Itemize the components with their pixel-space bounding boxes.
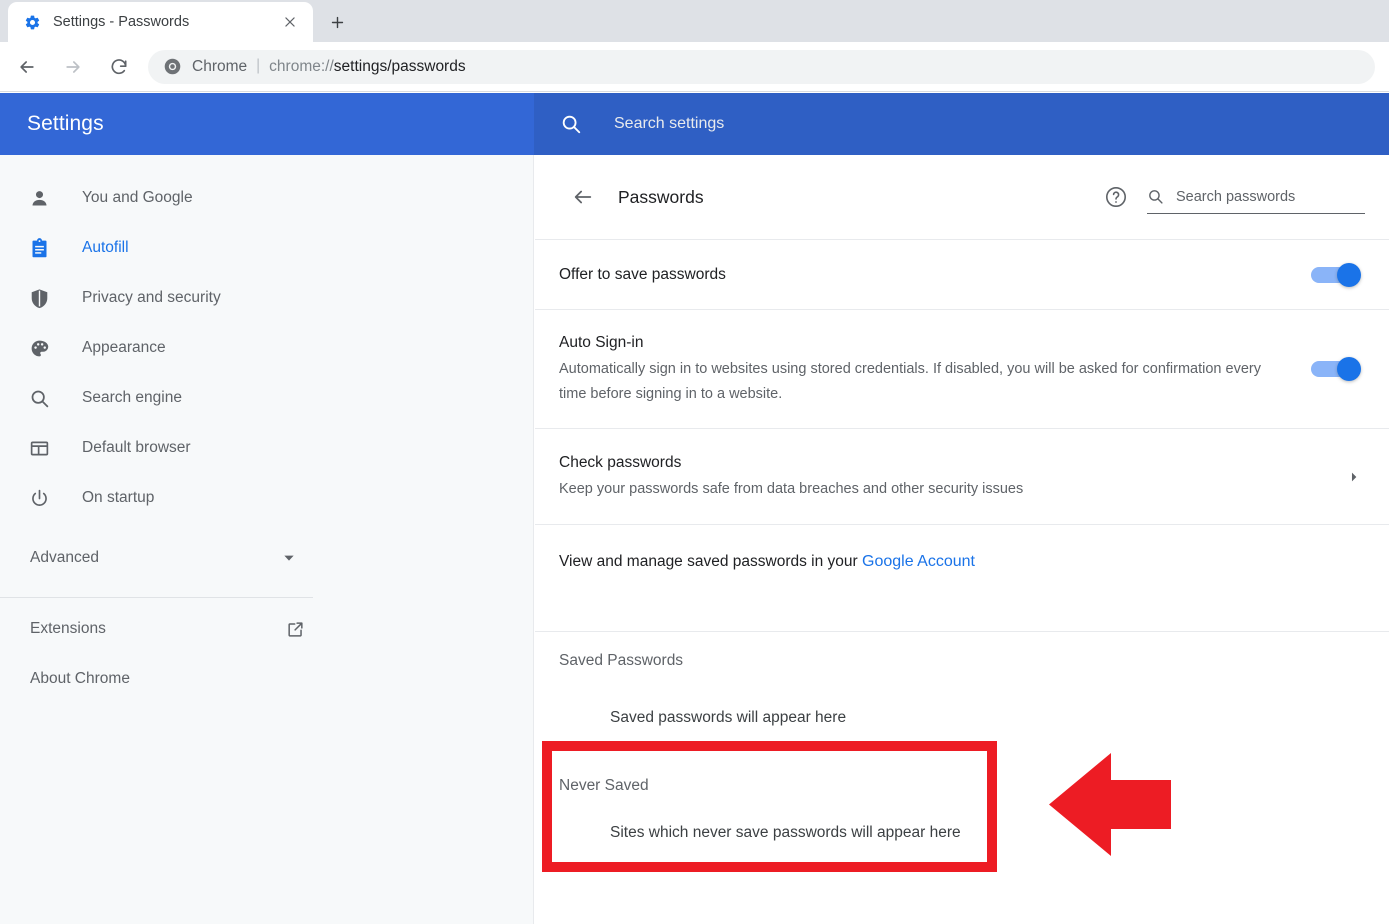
chrome-logo-icon [164,58,181,75]
row-auto-signin[interactable]: Auto Sign-in Automatically sign in to we… [535,309,1389,428]
sidebar-item-you-and-google[interactable]: You and Google [0,173,533,223]
toggle-knob [1337,262,1361,287]
sidebar-item-label: Privacy and security [82,289,221,306]
sidebar-item-label: You and Google [82,189,193,206]
settings-header: Settings Search settings [0,93,1389,155]
section-heading-label: Never Saved [559,777,649,794]
annotation-arrow-left-icon [1049,753,1171,856]
reload-icon[interactable] [100,48,138,86]
clipboard-icon [28,237,50,259]
new-tab-button[interactable] [322,7,352,37]
row-check-passwords[interactable]: Check passwords Keep your passwords safe… [535,428,1389,524]
palette-icon [28,337,50,359]
arrow-right-icon [54,48,92,86]
sidebar-item-advanced[interactable]: Advanced [0,533,533,583]
omnibox-url-scheme: chrome:// [269,57,334,75]
manage-text-prefix: View and manage saved passwords in your [559,553,862,570]
sidebar-item-appearance[interactable]: Appearance [0,323,533,373]
shield-icon [28,287,50,309]
sidebar-item-default-browser[interactable]: Default browser [0,423,533,473]
chevron-right-icon [1343,466,1365,488]
search-icon [1147,188,1164,205]
address-bar[interactable]: Chrome | chrome:// settings/passwords [148,49,1375,84]
saved-passwords-empty-state: Saved passwords will appear here [535,689,1389,747]
row-text: Auto Sign-in Automatically sign in to we… [559,332,1311,407]
sidebar-link-label: Extensions [30,620,106,637]
settings-search-input[interactable]: Search settings [534,93,1389,155]
settings-sidebar: You and Google Autofill Privacy and secu… [0,155,534,924]
row-manage-in-google-account: View and manage saved passwords in your … [535,524,1389,631]
sidebar-item-privacy-and-security[interactable]: Privacy and security [0,273,533,323]
sidebar-advanced-label: Advanced [30,549,99,566]
tab-title: Settings - Passwords [53,14,190,30]
browser-window-icon [28,437,50,459]
sidebar-item-label: Default browser [82,439,191,456]
omnibox-separator: | [256,56,261,74]
person-icon [28,187,50,209]
page-title: Settings [27,112,104,135]
never-saved-section: Never Saved Sites which never save passw… [535,747,1389,863]
row-title: Auto Sign-in [559,333,644,351]
sidebar-item-label: On startup [82,489,155,506]
sidebar-item-search-engine[interactable]: Search engine [0,373,533,423]
search-icon [28,387,50,409]
close-icon[interactable] [277,9,303,35]
sidebar-item-label: Search engine [82,389,182,406]
power-icon [28,487,50,509]
row-title: Check passwords [559,453,682,471]
browser-tab[interactable]: Settings - Passwords [8,2,313,42]
empty-state-text: Saved passwords will appear here [610,709,847,726]
saved-passwords-heading: Saved Passwords [535,631,1389,689]
omnibox-site-label: Chrome [192,57,248,75]
row-text: View and manage saved passwords in your … [559,553,1365,571]
row-title: Offer to save passwords [559,265,726,283]
row-offer-to-save-passwords[interactable]: Offer to save passwords [535,239,1389,309]
sidebar-item-extensions[interactable]: Extensions [0,604,533,654]
passwords-title: Passwords [618,186,704,207]
sidebar-item-label: Appearance [82,339,166,356]
auto-signin-toggle[interactable] [1311,357,1365,381]
sidebar-item-autofill[interactable]: Autofill [0,223,533,273]
omnibox-url-path: settings/passwords [333,57,466,75]
never-saved-empty-state: Sites which never save passwords will ap… [535,803,1389,863]
browser-window: Settings - Passwords Chrome | chrome:// … [0,0,1389,924]
help-circle-icon[interactable] [1101,182,1131,212]
google-account-link[interactable]: Google Account [862,553,975,570]
row-subtitle: Keep your passwords safe from data breac… [559,480,1024,497]
row-text: Offer to save passwords [559,264,1311,286]
arrow-left-icon[interactable] [565,179,601,215]
sidebar-item-on-startup[interactable]: On startup [0,473,533,523]
search-passwords-input[interactable]: Search passwords [1147,180,1365,214]
search-passwords-placeholder: Search passwords [1176,188,1296,205]
sidebar-divider [0,597,313,598]
external-link-icon [286,619,306,639]
row-subtitle: Automatically sign in to websites using … [559,360,1261,402]
passwords-page-header: Passwords Search passwords [535,155,1389,239]
chevron-down-icon [279,548,299,568]
sidebar-link-label: About Chrome [30,670,130,687]
section-heading-label: Saved Passwords [559,651,684,669]
settings-search-placeholder: Search settings [614,115,725,132]
browser-toolbar: Chrome | chrome:// settings/passwords [0,42,1389,92]
toggle-knob [1337,357,1361,381]
tab-strip: Settings - Passwords [0,0,1389,42]
empty-state-text: Sites which never save passwords will ap… [610,824,961,841]
sidebar-item-label: Autofill [82,239,129,256]
gear-icon [24,14,41,31]
never-saved-heading: Never Saved [535,747,1389,803]
arrow-left-icon[interactable] [8,48,46,86]
offer-to-save-toggle[interactable] [1311,262,1365,287]
row-text: Check passwords Keep your passwords safe… [559,452,1343,502]
sidebar-item-about-chrome[interactable]: About Chrome [0,654,533,704]
settings-content: Passwords Search passwords Offer to save… [535,155,1389,924]
search-icon [560,113,582,135]
